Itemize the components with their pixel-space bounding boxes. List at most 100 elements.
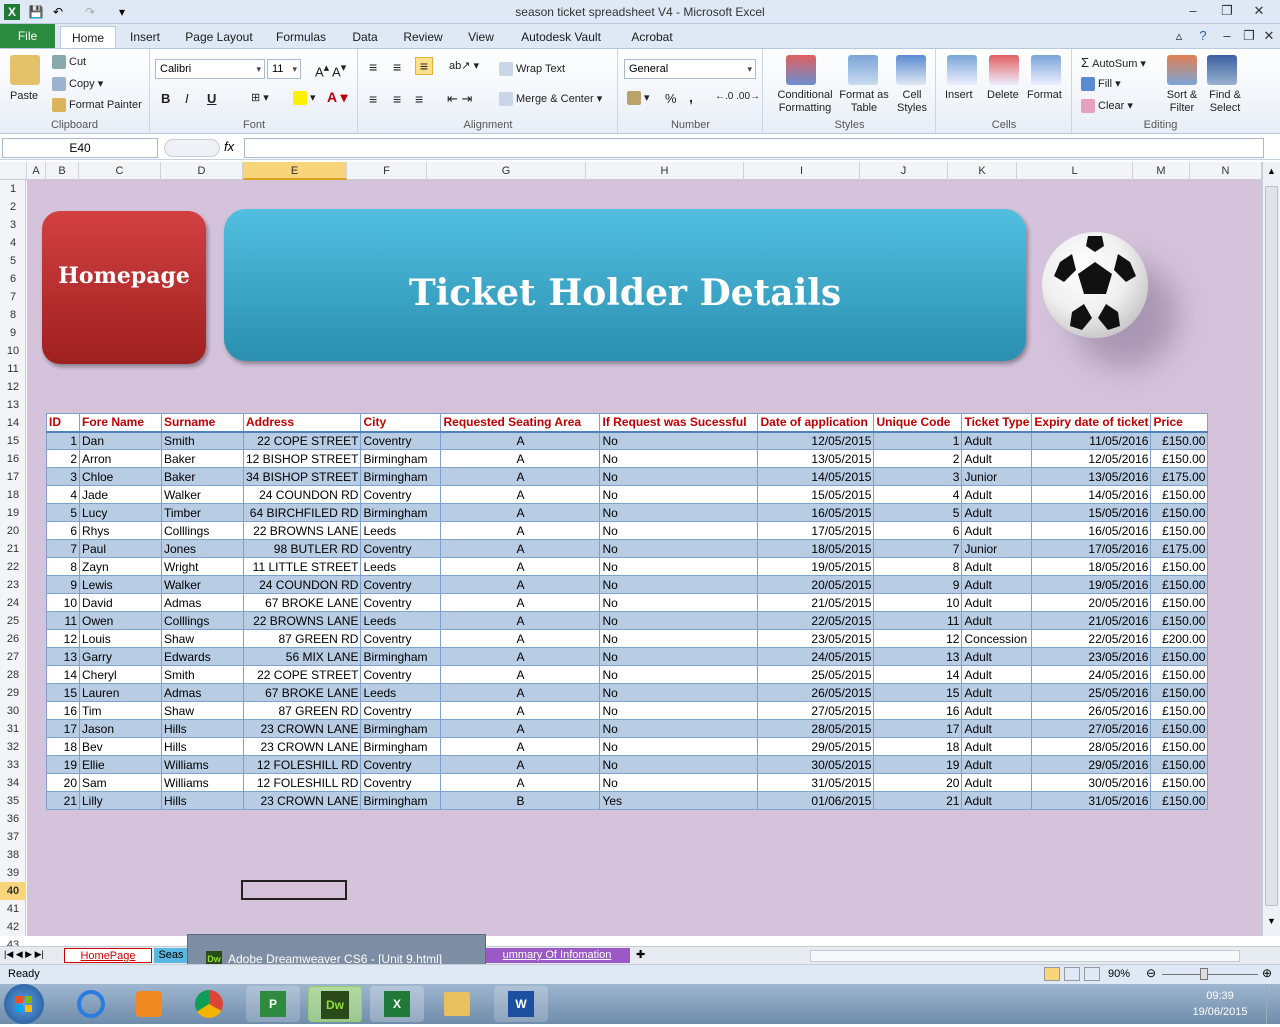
- tab-review[interactable]: Review: [398, 26, 448, 48]
- table-cell[interactable]: 12/05/2016: [1031, 449, 1152, 468]
- table-cell[interactable]: 6: [873, 521, 963, 540]
- table-cell[interactable]: 22 BROWNS LANE: [242, 521, 362, 540]
- table-cell[interactable]: 87 GREEN RD: [242, 629, 362, 648]
- table-cell[interactable]: A: [440, 737, 601, 756]
- copy-button[interactable]: Copy ▾: [52, 77, 103, 92]
- table-cell[interactable]: 12: [873, 629, 963, 648]
- restore-button[interactable]: ❐: [1214, 2, 1240, 20]
- row-header[interactable]: 22: [0, 558, 26, 576]
- table-cell[interactable]: No: [599, 539, 759, 558]
- table-cell[interactable]: 23/05/2015: [757, 629, 875, 648]
- table-cell[interactable]: £150.00: [1150, 575, 1209, 594]
- table-cell[interactable]: Adult: [961, 521, 1033, 540]
- column-header[interactable]: G: [427, 162, 586, 180]
- excel-taskbar-button[interactable]: X: [370, 986, 424, 1022]
- ie-taskbar-button[interactable]: [64, 986, 118, 1022]
- formula-input[interactable]: [244, 138, 1264, 158]
- column-header[interactable]: J: [860, 162, 948, 180]
- table-cell[interactable]: 9: [46, 575, 80, 594]
- table-cell[interactable]: 24/05/2015: [757, 647, 875, 666]
- column-header[interactable]: D: [161, 162, 243, 180]
- table-cell[interactable]: 17/05/2016: [1031, 539, 1152, 558]
- table-cell[interactable]: £150.00: [1150, 665, 1209, 684]
- table-cell[interactable]: Birmingham: [360, 467, 442, 486]
- table-cell[interactable]: 15: [46, 683, 80, 702]
- table-cell[interactable]: David: [79, 593, 162, 612]
- homepage-button[interactable]: Homepage: [42, 211, 206, 364]
- row-header[interactable]: 23: [0, 576, 26, 594]
- column-heading[interactable]: If Request was Sucessful: [599, 413, 759, 433]
- column-header[interactable]: I: [744, 162, 860, 180]
- sheet-tab-homepage[interactable]: HomePage: [64, 948, 152, 963]
- vertical-scrollbar[interactable]: ▲ ▼: [1262, 162, 1280, 936]
- table-cell[interactable]: 24/05/2016: [1031, 665, 1152, 684]
- table-cell[interactable]: Adult: [961, 647, 1033, 666]
- row-header[interactable]: 36: [0, 810, 26, 828]
- table-cell[interactable]: Garry: [79, 647, 162, 666]
- font-color-button[interactable]: A ▾: [327, 89, 348, 106]
- table-cell[interactable]: A: [440, 467, 601, 486]
- table-cell[interactable]: Hills: [161, 719, 244, 738]
- row-header[interactable]: 35: [0, 792, 26, 810]
- cell-styles-button[interactable]: Cell Styles: [892, 89, 932, 115]
- table-cell[interactable]: Smith: [161, 665, 244, 684]
- table-cell[interactable]: 67 BROKE LANE: [242, 683, 362, 702]
- table-cell[interactable]: 19/05/2016: [1031, 575, 1152, 594]
- table-cell[interactable]: 18/05/2015: [757, 539, 875, 558]
- align-right-icon[interactable]: ≡: [415, 91, 423, 107]
- table-cell[interactable]: 12 BISHOP STREET: [242, 449, 362, 468]
- doc-close-button[interactable]: ✕: [1256, 27, 1280, 45]
- page-break-view-icon[interactable]: [1084, 967, 1100, 981]
- column-heading[interactable]: Expiry date of ticket: [1031, 413, 1152, 433]
- table-cell[interactable]: Leeds: [360, 557, 442, 576]
- table-cell[interactable]: 29/05/2015: [757, 737, 875, 756]
- table-cell[interactable]: Birmingham: [360, 791, 442, 810]
- table-cell[interactable]: Coventry: [360, 665, 442, 684]
- table-cell[interactable]: Birmingham: [360, 737, 442, 756]
- table-cell[interactable]: No: [599, 485, 759, 504]
- row-header[interactable]: 5: [0, 252, 26, 270]
- normal-view-icon[interactable]: [1044, 967, 1060, 981]
- row-header[interactable]: 28: [0, 666, 26, 684]
- close-button[interactable]: ✕: [1246, 2, 1272, 20]
- table-cell[interactable]: Chloe: [79, 467, 162, 486]
- table-cell[interactable]: 13: [46, 647, 80, 666]
- table-cell[interactable]: Coventry: [360, 629, 442, 648]
- table-cell[interactable]: 22 BROWNS LANE: [242, 611, 362, 630]
- table-cell[interactable]: £150.00: [1150, 593, 1209, 612]
- comma-button[interactable]: ,: [689, 89, 693, 105]
- table-cell[interactable]: 5: [873, 503, 963, 522]
- table-cell[interactable]: 29/05/2016: [1031, 755, 1152, 774]
- align-bottom-icon[interactable]: ≡: [415, 57, 433, 75]
- delete-cells-button[interactable]: Delete: [987, 89, 1019, 101]
- table-cell[interactable]: Lewis: [79, 575, 162, 594]
- table-cell[interactable]: Bev: [79, 737, 162, 756]
- sort-filter-button[interactable]: Sort & Filter: [1159, 89, 1205, 115]
- indent-icons[interactable]: ⇤ ⇥: [447, 91, 472, 107]
- table-cell[interactable]: 11/05/2016: [1031, 431, 1152, 450]
- row-header[interactable]: 34: [0, 774, 26, 792]
- table-cell[interactable]: No: [599, 701, 759, 720]
- percent-button[interactable]: %: [665, 91, 677, 106]
- tab-insert[interactable]: Insert: [122, 26, 168, 48]
- row-header[interactable]: 27: [0, 648, 26, 666]
- table-cell[interactable]: 15/05/2015: [757, 485, 875, 504]
- table-cell[interactable]: Walker: [161, 575, 244, 594]
- table-cell[interactable]: 25/05/2016: [1031, 683, 1152, 702]
- table-cell[interactable]: No: [599, 557, 759, 576]
- table-cell[interactable]: Smith: [161, 431, 244, 450]
- table-cell[interactable]: 11: [873, 611, 963, 630]
- table-cell[interactable]: Adult: [961, 701, 1033, 720]
- table-cell[interactable]: Walker: [161, 485, 244, 504]
- table-cell[interactable]: No: [599, 683, 759, 702]
- table-cell[interactable]: £175.00: [1150, 467, 1209, 486]
- table-cell[interactable]: Coventry: [360, 575, 442, 594]
- row-header[interactable]: 20: [0, 522, 26, 540]
- column-heading[interactable]: Date of application: [757, 413, 875, 433]
- wrap-text-button[interactable]: Wrap Text: [499, 62, 565, 76]
- tab-page-layout[interactable]: Page Layout: [180, 26, 258, 48]
- table-cell[interactable]: No: [599, 593, 759, 612]
- media-taskbar-button[interactable]: [122, 986, 176, 1022]
- table-cell[interactable]: Birmingham: [360, 449, 442, 468]
- table-cell[interactable]: A: [440, 593, 601, 612]
